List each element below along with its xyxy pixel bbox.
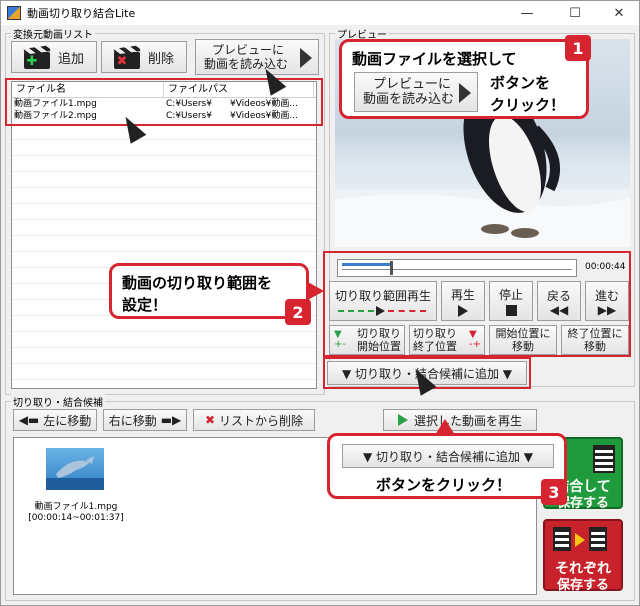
delete-label: 削除 (147, 51, 174, 67)
films-icon (553, 527, 613, 553)
start-marker-icon: ▼ +- (334, 329, 346, 350)
play-arrow-icon (300, 48, 312, 68)
close-button[interactable]: ✕ (597, 1, 640, 25)
app-icon (7, 6, 21, 20)
move-right-button[interactable]: 右に移動 ▬▶ (103, 409, 187, 431)
candidate-caption: 動画ファイル1.mpg [00:00:14~00:01:37] (28, 502, 124, 523)
red-x-icon: ✖ (204, 413, 216, 427)
goto-end-button[interactable]: 終了位置に 移動 (561, 325, 629, 355)
callout-3-pointer (435, 419, 455, 435)
callout-2-pointer (306, 281, 324, 301)
remove-from-list-button[interactable]: ✖ リストから削除 (193, 409, 315, 431)
delete-button[interactable]: ✖ 削除 (101, 41, 187, 73)
each-save-button[interactable]: それぞれ 保存する (543, 519, 623, 593)
clapper-delete-icon: ✖ (113, 45, 142, 69)
callout-2: 動画の切り取り範囲を 設定！ (109, 263, 309, 319)
callout-3: ▼ 切り取り・結合候補に追加 ▼ ボタンをクリック！ (327, 433, 567, 499)
back-button[interactable]: 戻る ◀◀ (537, 281, 581, 321)
dolphin-image (46, 456, 104, 490)
title-bar: 動画切り取り結合Lite — ☐ ✕ (1, 1, 639, 25)
step-3-badge: 3 (541, 479, 567, 505)
play-selected-button[interactable]: 選択した動画を再生 (383, 409, 537, 431)
fast-forward-icon: ▶▶ (597, 302, 617, 317)
play-button[interactable]: 再生 (441, 281, 485, 321)
end-marker-icon: ▼ -+ (469, 329, 481, 350)
rewind-icon: ◀◀ (549, 302, 569, 317)
forward-button[interactable]: 進む ▶▶ (585, 281, 629, 321)
add-label: 追加 (57, 51, 84, 67)
film-icon (593, 445, 615, 473)
candidates-label: 切り取り・結合候補 (11, 394, 105, 409)
minimize-button[interactable]: — (505, 1, 549, 25)
clapper-add-icon: ✚ (23, 45, 52, 69)
load-preview-button[interactable]: プレビューに 動画を読み込む (195, 39, 319, 75)
list-grid (12, 124, 316, 388)
add-button[interactable]: ✚ 追加 (11, 41, 97, 73)
candidate-thumbnail[interactable] (46, 448, 104, 490)
stop-icon (505, 305, 517, 316)
maximize-button[interactable]: ☐ (553, 1, 597, 25)
goto-start-button[interactable]: 開始位置に 移動 (489, 325, 557, 355)
set-start-button[interactable]: ▼ +- 切り取り 開始位置 (329, 325, 405, 355)
range-play-icon (338, 305, 428, 316)
callout-1: 動画ファイルを選択して プレビューに 動画を読み込む ボタンを クリック！ (339, 39, 589, 119)
arrow-right-icon: ▬▶ (160, 413, 182, 427)
set-end-button[interactable]: 切り取り 終了位置 ▼ -+ (409, 325, 485, 355)
range-play-button[interactable]: 切り取り範囲再生 (329, 281, 437, 321)
callout-1-button-image: プレビューに 動画を読み込む (354, 72, 478, 112)
arrow-left-icon: ◀▬ (18, 413, 40, 427)
move-left-button[interactable]: ◀▬ 左に移動 (13, 409, 97, 431)
play-arrow-icon (459, 83, 471, 103)
app-window: 動画切り取り結合Lite — ☐ ✕ 変換元動画リスト ✚ 追加 ✖ 削除 プレ… (0, 0, 640, 606)
step-1-badge: 1 (565, 35, 591, 61)
file-list[interactable]: ファイル名 ファイルパス 動画ファイル1.mpg C:¥Users¥ ¥Vide… (11, 81, 317, 389)
source-list-label: 変換元動画リスト (11, 26, 95, 41)
callout-3-button-image: ▼ 切り取り・結合候補に追加 ▼ (342, 444, 554, 468)
play-icon (458, 304, 468, 317)
green-play-icon (397, 414, 408, 426)
stop-button[interactable]: 停止 (489, 281, 533, 321)
window-title: 動画切り取り結合Lite (27, 7, 136, 20)
step-2-badge: 2 (285, 299, 311, 325)
